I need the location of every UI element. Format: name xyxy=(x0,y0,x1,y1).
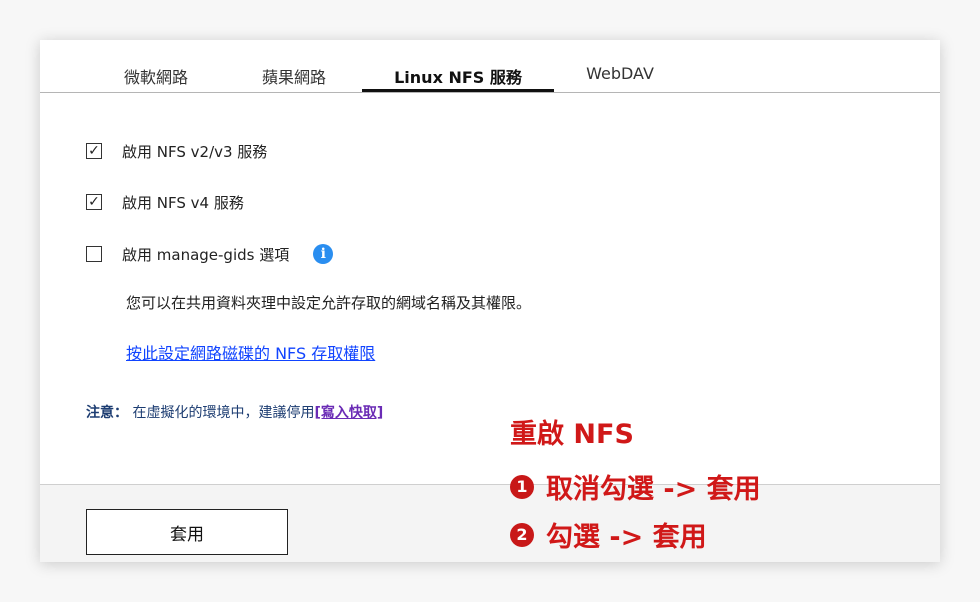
option-nfs-v2-v3: ✓ 啟用 NFS v2/v3 服務 xyxy=(86,141,267,161)
tab-microsoft-network[interactable]: 微軟網路 xyxy=(114,64,198,91)
tab-linux-nfs[interactable]: Linux NFS 服務 xyxy=(362,64,554,92)
step-2-badge: 2 xyxy=(510,522,534,547)
annotation-title: 重啟 NFS xyxy=(510,419,634,450)
nfs-settings-panel: 微軟網路 蘋果網路 Linux NFS 服務 WebDAV ✓ 啟用 NFS v… xyxy=(40,40,940,562)
step-1-badge: 1 xyxy=(510,474,534,499)
apply-button[interactable]: 套用 xyxy=(86,509,288,555)
annotation-step-1: 1 取消勾選 -> 套用 xyxy=(510,467,761,506)
info-icon[interactable]: i xyxy=(313,244,334,264)
panel-footer: 套用 xyxy=(40,484,940,562)
annotation-step-2: 2 勾選 -> 套用 xyxy=(510,515,707,554)
nfs-v2-v3-checkbox[interactable]: ✓ xyxy=(86,143,102,159)
note-text: 在虛擬化的環境中，建議停用 xyxy=(132,405,315,421)
option-manage-gids: 啟用 manage-gids 選項 i xyxy=(86,244,334,264)
tab-webdav[interactable]: WebDAV xyxy=(578,64,662,91)
manage-gids-checkbox[interactable] xyxy=(86,246,102,262)
write-cache-link[interactable]: [寫入快取] xyxy=(314,405,383,421)
nfs-v2-v3-label: 啟用 NFS v2/v3 服務 xyxy=(122,142,268,161)
shared-folder-description: 您可以在共用資料夾理中設定允許存取的網域名稱及其權限。 xyxy=(126,294,532,312)
step-1-text: 取消勾選 -> 套用 xyxy=(546,474,761,505)
step-2-text: 勾選 -> 套用 xyxy=(546,522,707,553)
nfs-v4-checkbox[interactable]: ✓ xyxy=(86,194,102,210)
nfs-access-permission-link[interactable]: 按此設定網路磁碟的 NFS 存取權限 xyxy=(126,340,375,364)
virtualization-note: 注意： 在虛擬化的環境中，建議停用[寫入快取] xyxy=(86,402,383,422)
tab-bar: 微軟網路 蘋果網路 Linux NFS 服務 WebDAV xyxy=(40,40,940,93)
tab-apple-network[interactable]: 蘋果網路 xyxy=(252,64,336,91)
option-nfs-v4: ✓ 啟用 NFS v4 服務 xyxy=(86,192,244,212)
manage-gids-label: 啟用 manage-gids 選項 xyxy=(122,245,290,264)
nfs-v4-label: 啟用 NFS v4 服務 xyxy=(122,193,244,212)
note-label: 注意： xyxy=(86,405,128,421)
